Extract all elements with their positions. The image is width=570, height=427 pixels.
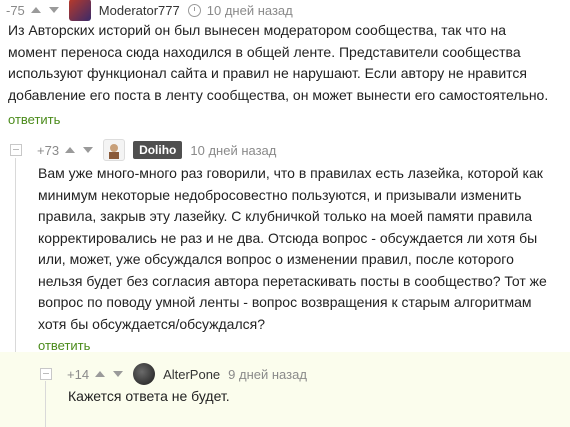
arrow-up-icon[interactable] [65, 147, 76, 153]
comment-rating: -75 [6, 2, 25, 18]
reply-button[interactable]: ответить [8, 112, 60, 127]
username[interactable]: Doliho [133, 141, 183, 159]
comment-header: +14 AlterPone 9 дней назад [67, 363, 307, 385]
thread-line[interactable] [15, 158, 16, 352]
comment-time[interactable]: 9 дней назад [228, 367, 307, 382]
username[interactable]: AlterPone [163, 367, 220, 382]
comment-rating: +73 [37, 142, 60, 158]
comment-rating: +14 [67, 366, 90, 382]
comment-time[interactable]: 10 дней назад [207, 3, 293, 18]
collapse-icon[interactable] [40, 368, 52, 380]
arrow-up-icon[interactable] [95, 371, 106, 377]
comment-time[interactable]: 10 дней назад [190, 143, 276, 158]
avatar[interactable] [103, 139, 126, 161]
username[interactable]: Moderator777 [99, 3, 180, 18]
comment-text: Кажется ответа не будет. [68, 388, 230, 404]
thread-line[interactable] [45, 381, 46, 427]
comment-text: Из Авторских историй он был вынесен моде… [8, 22, 549, 103]
arrow-down-icon[interactable] [113, 371, 124, 377]
arrow-down-icon[interactable] [83, 147, 94, 153]
arrow-down-icon[interactable] [48, 7, 59, 13]
collapse-icon[interactable] [10, 144, 22, 156]
comment-header: -75 Moderator777 10 дней назад [6, 0, 293, 21]
comment-text: Вам уже много-много раз говорили, что в … [38, 165, 547, 332]
comment-header: +73 Doliho 10 дней назад [37, 139, 276, 161]
reply-button[interactable]: ответить [38, 338, 90, 353]
avatar[interactable] [133, 363, 156, 385]
avatar[interactable] [68, 0, 91, 21]
arrow-up-icon[interactable] [30, 7, 41, 13]
clock-icon [187, 3, 201, 17]
